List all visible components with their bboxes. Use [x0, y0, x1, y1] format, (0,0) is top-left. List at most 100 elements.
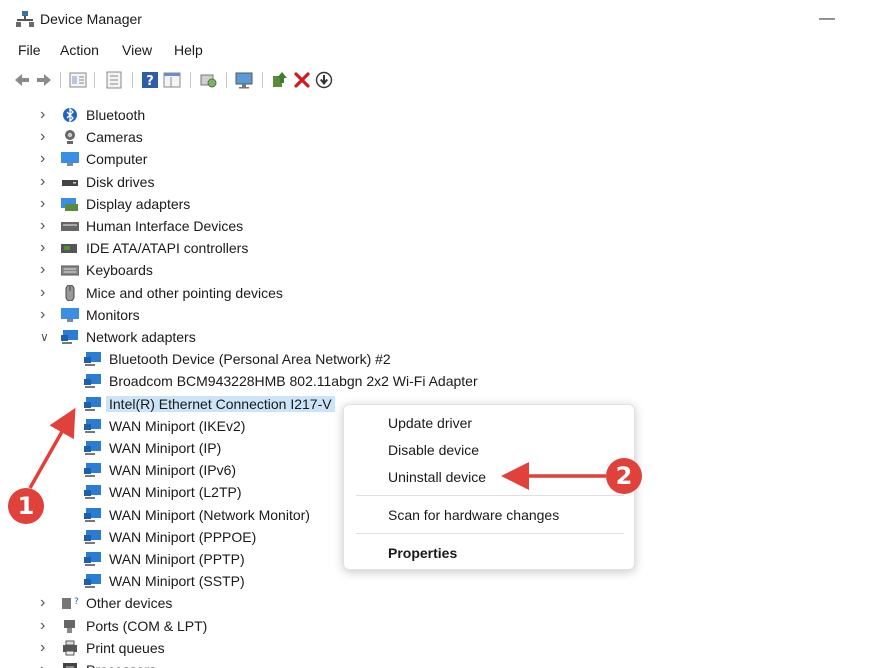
scan-hardware-menu-item[interactable]: Scan for hardware changes: [388, 507, 559, 523]
network-adapter-icon: [84, 551, 102, 567]
tree-category-label: Cameras: [86, 129, 143, 146]
uninstall-icon[interactable]: [292, 70, 312, 90]
tree-category[interactable]: › Monitors: [0, 304, 873, 326]
ide-controller-icon: [61, 240, 79, 256]
menu-bar: File Action View Help: [0, 40, 873, 62]
tree-category[interactable]: › Ports (COM & LPT): [0, 615, 873, 637]
chevron-right-icon[interactable]: ›: [40, 107, 52, 123]
menu-separator: [356, 533, 624, 534]
chevron-right-icon[interactable]: ›: [40, 284, 52, 301]
camera-icon: [61, 129, 79, 145]
tree-category[interactable]: › Display adapters: [0, 193, 873, 215]
update-driver-icon[interactable]: [270, 70, 290, 90]
chevron-right-icon[interactable]: ›: [40, 617, 52, 634]
chevron-down-icon[interactable]: ∨: [40, 329, 52, 345]
hid-icon: [61, 218, 79, 234]
tree-category-label: Disk drives: [86, 173, 155, 190]
network-adapter-icon: [84, 462, 102, 478]
tree-category-label: Keyboards: [86, 262, 153, 279]
toolbar-separator: [94, 72, 95, 88]
tree-device-item[interactable]: Broadcom BCM943228HMB 802.11abgn 2x2 Wi-…: [0, 370, 873, 392]
tree-category[interactable]: › Human Interface Devices: [0, 215, 873, 237]
tree-device-label: WAN Miniport (IP): [109, 440, 222, 456]
disable-icon[interactable]: [314, 70, 334, 90]
network-adapter-icon: [84, 507, 102, 523]
tree-device-label: WAN Miniport (PPPOE): [109, 528, 257, 545]
title-bar: Device Manager —: [0, 0, 873, 38]
keyboard-icon: [60, 262, 80, 278]
tree-category[interactable]: › Disk drives: [0, 171, 873, 193]
menu-view[interactable]: View: [122, 42, 152, 58]
network-adapter-icon: [84, 484, 102, 500]
chevron-right-icon[interactable]: ›: [40, 306, 52, 323]
tree-category[interactable]: › Computer: [0, 148, 873, 170]
tree-device-label: WAN Miniport (L2TP): [109, 484, 242, 501]
properties-icon[interactable]: [68, 70, 88, 90]
chevron-right-icon[interactable]: ›: [40, 662, 52, 668]
processor-icon: [61, 662, 79, 668]
menu-file[interactable]: File: [18, 42, 41, 58]
network-adapter-icon: [84, 440, 102, 456]
chevron-right-icon[interactable]: ›: [40, 218, 52, 234]
window-title: Device Manager: [40, 11, 142, 27]
tree-category[interactable]: › Print queues: [0, 637, 873, 659]
properties-menu-item[interactable]: Properties: [388, 545, 457, 561]
list-icon[interactable]: [104, 70, 124, 90]
monitor-icon[interactable]: [234, 70, 254, 90]
tree-device-item[interactable]: WAN Miniport (SSTP): [0, 570, 873, 592]
tree-category[interactable]: ›? Other devices: [0, 592, 873, 614]
chevron-right-icon[interactable]: ›: [40, 151, 52, 167]
chevron-right-icon[interactable]: ›: [40, 129, 52, 145]
tree-category-label: Ports (COM & LPT): [86, 617, 208, 634]
mouse-icon: [61, 284, 79, 302]
printer-icon: [61, 640, 79, 656]
computer-icon: [61, 151, 79, 167]
network-adapter-icon: [84, 529, 102, 545]
display-adapter-icon: [61, 196, 79, 212]
chevron-right-icon[interactable]: ›: [40, 595, 52, 611]
tree-category[interactable]: › Cameras: [0, 126, 873, 148]
back-arrow-icon[interactable]: [12, 70, 32, 90]
network-adapter-icon: [84, 351, 102, 367]
help-icon[interactable]: ?: [140, 70, 160, 90]
device-manager-icon: [16, 11, 34, 27]
forward-arrow-icon[interactable]: [34, 70, 54, 90]
tree-category[interactable]: › Processors: [0, 659, 873, 668]
tree-category[interactable]: › IDE ATA/ATAPI controllers: [0, 237, 873, 259]
view-icon[interactable]: [162, 70, 182, 90]
svg-text:?: ?: [74, 597, 79, 607]
tree-device-label: Intel(R) Ethernet Connection I217-V: [106, 395, 335, 412]
other-devices-icon: ?: [61, 595, 79, 611]
chevron-right-icon[interactable]: ›: [40, 240, 52, 256]
tree-device-label: WAN Miniport (IKEv2): [109, 417, 246, 434]
chevron-right-icon[interactable]: ›: [40, 173, 52, 190]
menu-help[interactable]: Help: [174, 42, 203, 58]
tree-category-label: Monitors: [86, 306, 140, 323]
tree-device-label: WAN Miniport (Network Monitor): [109, 506, 310, 523]
annotation-badge-1: 1: [8, 488, 44, 524]
chevron-right-icon[interactable]: ›: [40, 195, 52, 212]
disk-drive-icon: [61, 174, 79, 190]
chevron-right-icon[interactable]: ›: [40, 262, 52, 278]
tree-category-label: Computer: [86, 151, 148, 168]
tree-category-network-adapters[interactable]: ∨ Network adapters: [0, 326, 873, 348]
toolbar-separator: [226, 72, 227, 88]
context-menu: Update driver Disable device Uninstall d…: [343, 404, 635, 570]
tree-category[interactable]: › Mice and other pointing devices: [0, 282, 873, 304]
tree-category[interactable]: › Bluetooth: [0, 104, 873, 126]
toolbar: ?: [0, 66, 873, 94]
tree-device-label: Bluetooth Device (Personal Area Network)…: [109, 351, 391, 368]
tree-category-label: Display adapters: [86, 195, 191, 212]
disable-device-menu-item[interactable]: Disable device: [388, 442, 479, 458]
chevron-right-icon[interactable]: ›: [40, 639, 52, 656]
tree-device-item[interactable]: Bluetooth Device (Personal Area Network)…: [0, 348, 873, 370]
update-driver-menu-item[interactable]: Update driver: [388, 415, 472, 431]
menu-action[interactable]: Action: [60, 42, 99, 58]
scan-icon[interactable]: [198, 70, 218, 90]
uninstall-device-menu-item[interactable]: Uninstall device: [388, 469, 486, 485]
menu-separator: [356, 495, 624, 496]
tree-category[interactable]: › Keyboards: [0, 259, 873, 281]
toolbar-separator: [60, 72, 61, 88]
minimize-button[interactable]: —: [812, 6, 842, 32]
annotation-badge-2: 2: [606, 458, 642, 494]
